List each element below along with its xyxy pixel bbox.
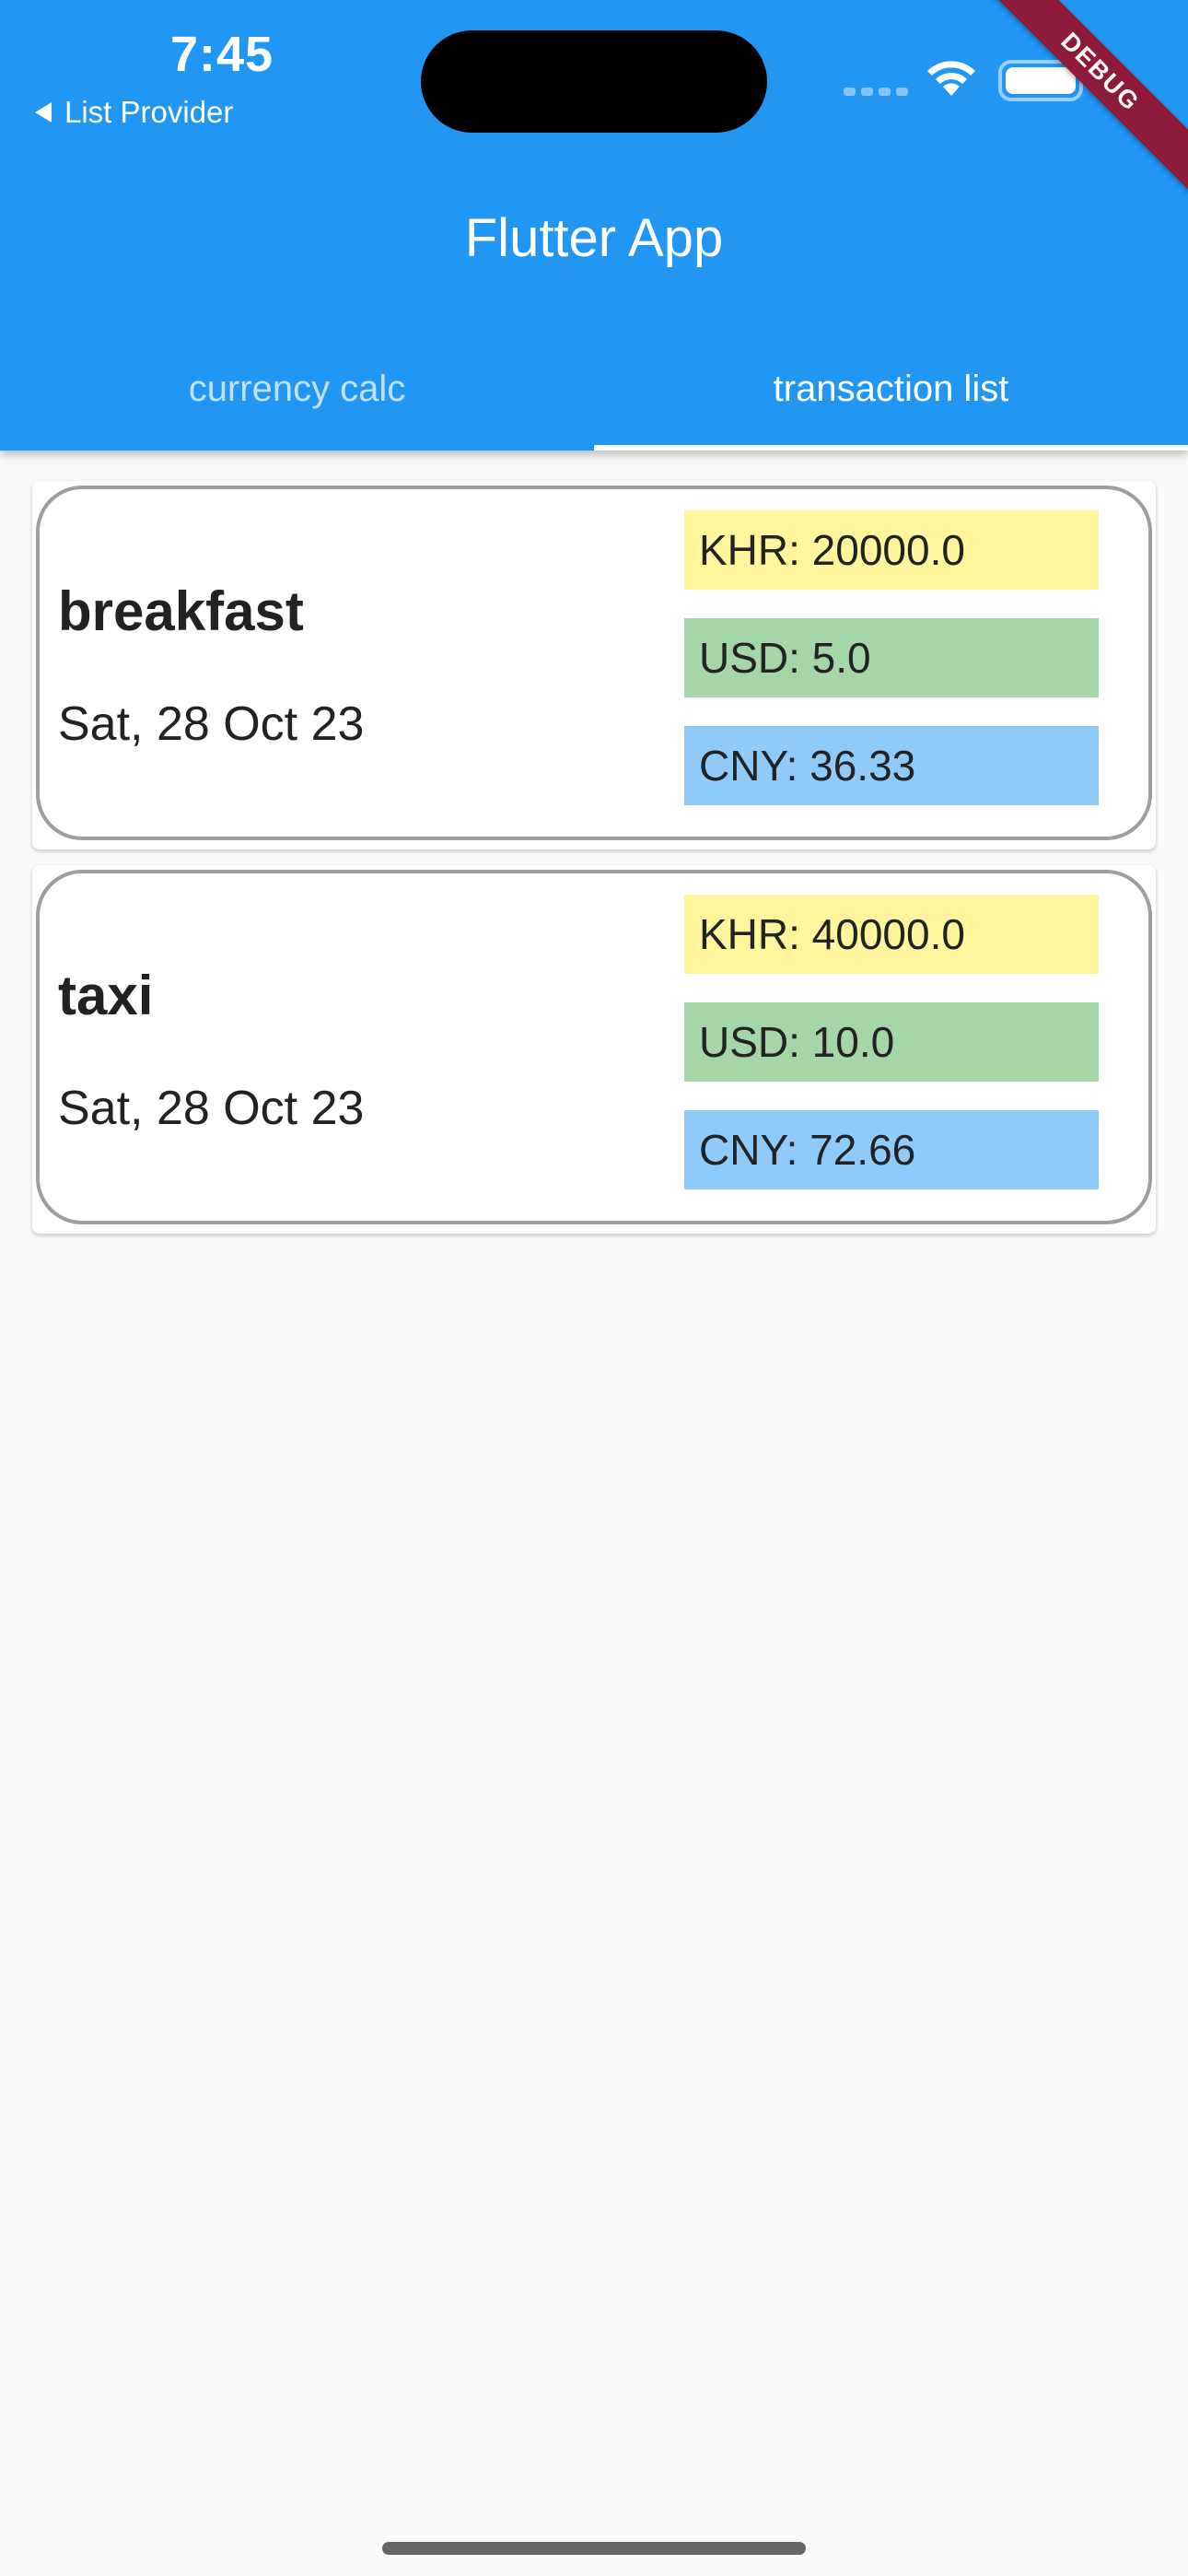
status-time: 7:45: [170, 27, 274, 82]
screen: 7:45 List Provider Flutter App currency …: [0, 0, 1188, 2576]
transaction-card[interactable]: breakfast Sat, 28 Oct 23 KHR: 20000.0 US…: [32, 481, 1156, 849]
amounts-column: KHR: 40000.0 USD: 10.0 CNY: 72.66: [684, 895, 1099, 1218]
transaction-name: taxi: [58, 965, 154, 1026]
tab-currency-calc[interactable]: currency calc: [0, 327, 594, 451]
transaction-name: breakfast: [58, 580, 304, 642]
back-link-label: List Provider: [64, 95, 234, 129]
usd-amount: USD: 10.0: [684, 1002, 1099, 1082]
dynamic-island: [421, 30, 767, 133]
tab-transaction-list[interactable]: transaction list: [594, 327, 1188, 451]
amounts-column: KHR: 20000.0 USD: 5.0 CNY: 36.33: [684, 510, 1099, 834]
app-bar: 7:45 List Provider Flutter App currency …: [0, 0, 1188, 451]
back-triangle-icon: [35, 102, 52, 123]
back-to-app-link[interactable]: List Provider: [35, 95, 233, 130]
transaction-card[interactable]: taxi Sat, 28 Oct 23 KHR: 40000.0 USD: 10…: [32, 865, 1156, 1234]
transaction-list: breakfast Sat, 28 Oct 23 KHR: 20000.0 US…: [32, 481, 1156, 1249]
usd-amount: USD: 5.0: [684, 618, 1099, 697]
khr-amount: KHR: 20000.0: [684, 510, 1099, 590]
home-indicator[interactable]: [382, 2542, 806, 2555]
cny-amount: CNY: 72.66: [684, 1110, 1099, 1189]
card-border: breakfast Sat, 28 Oct 23 KHR: 20000.0 US…: [36, 486, 1152, 840]
tab-bar: currency calc transaction list: [0, 327, 1188, 451]
transaction-date: Sat, 28 Oct 23: [58, 697, 365, 751]
card-border: taxi Sat, 28 Oct 23 KHR: 40000.0 USD: 10…: [36, 870, 1152, 1224]
transaction-date: Sat, 28 Oct 23: [58, 1082, 365, 1135]
cny-amount: CNY: 36.33: [684, 726, 1099, 805]
app-title: Flutter App: [464, 208, 724, 268]
wifi-icon: [927, 61, 975, 96]
khr-amount: KHR: 40000.0: [684, 895, 1099, 974]
cellular-signal-icon: [844, 88, 908, 96]
